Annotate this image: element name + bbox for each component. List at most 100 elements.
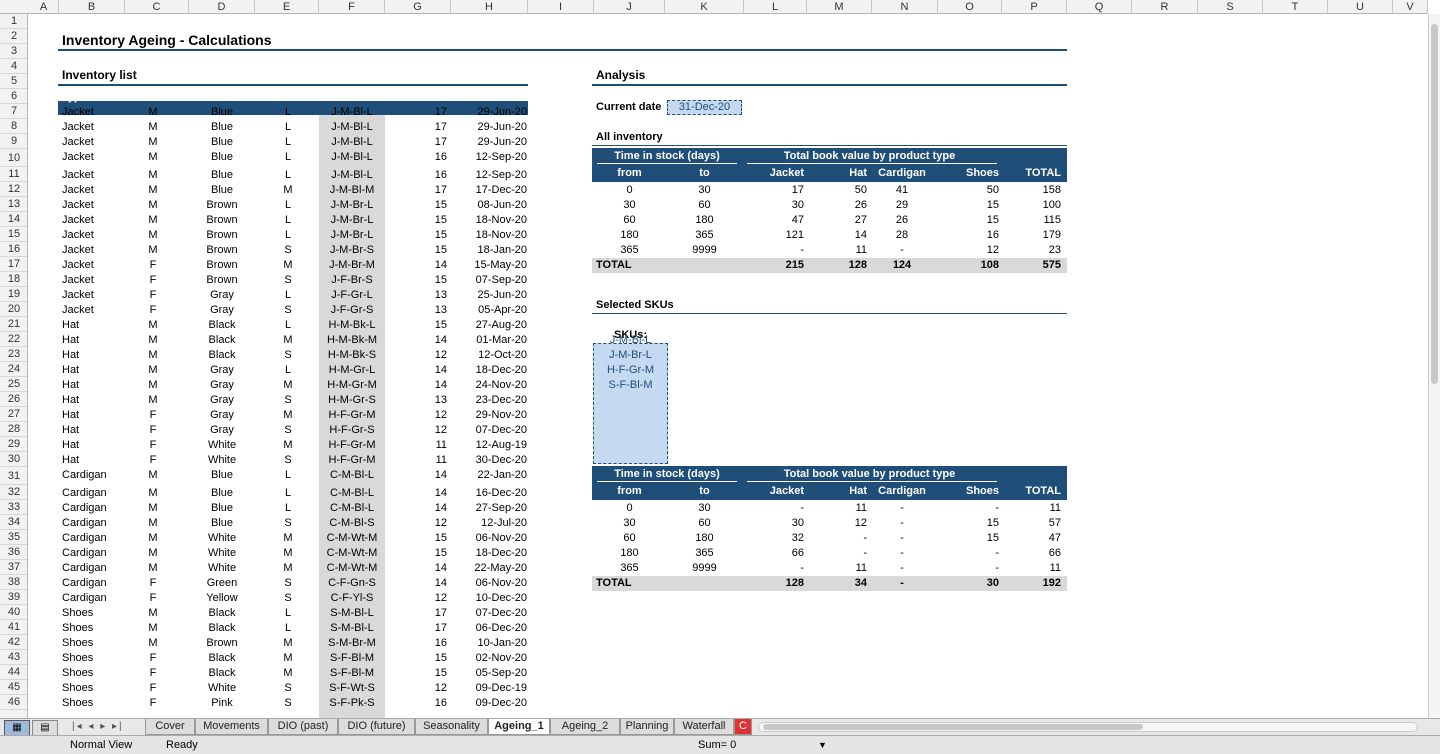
row-header[interactable]: 24 xyxy=(0,362,27,377)
row-header[interactable]: 4 xyxy=(0,59,27,74)
row-header[interactable]: 33 xyxy=(0,500,27,515)
row-header[interactable]: 8 xyxy=(0,119,27,134)
column-header-s[interactable]: S xyxy=(1198,0,1263,14)
tab-planning[interactable]: Planning xyxy=(620,719,674,735)
row-header[interactable]: 38 xyxy=(0,575,27,590)
row-header[interactable]: 5 xyxy=(0,74,27,89)
row-header[interactable]: 17 xyxy=(0,257,27,272)
row-header[interactable]: 40 xyxy=(0,605,27,620)
tab-cover[interactable]: Cover xyxy=(145,719,195,735)
row-header[interactable]: 20 xyxy=(0,302,27,317)
row-header[interactable]: 31 xyxy=(0,467,27,485)
sum-dropdown-icon[interactable]: ▼ xyxy=(818,738,827,753)
row-header[interactable]: 46 xyxy=(0,695,27,710)
row-header[interactable]: 1 xyxy=(0,14,27,29)
column-header-p[interactable]: P xyxy=(1002,0,1067,14)
tab-waterfall[interactable]: Waterfall xyxy=(674,719,734,735)
page-layout-icon[interactable]: ▤ xyxy=(32,720,58,736)
column-header-j[interactable]: J xyxy=(594,0,665,14)
column-header-a[interactable]: A xyxy=(29,0,59,14)
row-header[interactable]: 2 xyxy=(0,29,27,44)
column-header-c[interactable]: C xyxy=(125,0,189,14)
row-header[interactable]: 6 xyxy=(0,89,27,104)
column-header-o[interactable]: O xyxy=(938,0,1002,14)
worksheet-grid[interactable]: Inventory Ageing - Calculations Inventor… xyxy=(29,15,1428,720)
column-header-q[interactable]: Q xyxy=(1067,0,1132,14)
horizontal-scrollbar[interactable] xyxy=(758,722,1418,732)
header-divider xyxy=(597,481,737,482)
row-header[interactable]: 14 xyxy=(0,212,27,227)
row-header[interactable]: 18 xyxy=(0,272,27,287)
tab-ageing-1[interactable]: Ageing_1 xyxy=(488,719,550,735)
row-header[interactable]: 15 xyxy=(0,227,27,242)
row-header[interactable]: 34 xyxy=(0,515,27,530)
column-header-e[interactable]: E xyxy=(255,0,319,14)
tab-nav-arrows-icon[interactable]: |◂ ◂ ▸ ▸| xyxy=(72,719,136,735)
vertical-scrollbar[interactable] xyxy=(1428,14,1440,720)
row-header[interactable]: 28 xyxy=(0,422,27,437)
column-header-n[interactable]: N xyxy=(872,0,938,14)
ageing-total-cell: 128 xyxy=(848,259,867,271)
row-header[interactable]: 42 xyxy=(0,635,27,650)
row-header[interactable]: 26 xyxy=(0,392,27,407)
row-header[interactable]: 29 xyxy=(0,437,27,452)
tab-c[interactable]: C xyxy=(734,719,752,735)
inventory-cell: 06-Dec-20 xyxy=(475,622,527,634)
row-header[interactable]: 25 xyxy=(0,377,27,392)
selected-sku[interactable]: J-M-Br-L xyxy=(593,348,668,363)
column-header-d[interactable]: D xyxy=(189,0,255,14)
column-header-k[interactable]: K xyxy=(665,0,744,14)
row-header[interactable]: 35 xyxy=(0,530,27,545)
row-header[interactable]: 45 xyxy=(0,680,27,695)
row-header[interactable]: 21 xyxy=(0,317,27,332)
row-header[interactable]: 11 xyxy=(0,167,27,182)
row-header[interactable]: 39 xyxy=(0,590,27,605)
inventory-cell: 14 xyxy=(434,487,447,499)
row-header[interactable]: 9 xyxy=(0,134,27,149)
inventory-cell: J-M-Bl-M xyxy=(329,184,375,196)
normal-view-icon[interactable]: ▦ xyxy=(4,720,30,736)
row-header[interactable]: 43 xyxy=(0,650,27,665)
selected-sku[interactable]: J-M-Bl-L xyxy=(593,333,668,348)
column-header-h[interactable]: H xyxy=(451,0,528,14)
current-date-input[interactable]: 31-Dec-20 xyxy=(667,100,742,115)
column-header-v[interactable]: V xyxy=(1393,0,1428,14)
row-header[interactable]: 36 xyxy=(0,545,27,560)
column-header-i[interactable]: I xyxy=(528,0,594,14)
column-header-m[interactable]: M xyxy=(807,0,872,14)
row-header[interactable]: 23 xyxy=(0,347,27,362)
inventory-cell: Blue xyxy=(210,502,234,514)
row-header[interactable]: 19 xyxy=(0,287,27,302)
row-header[interactable]: 30 xyxy=(0,452,27,467)
tab-movements[interactable]: Movements xyxy=(195,719,268,735)
row-header[interactable]: 16 xyxy=(0,242,27,257)
column-header-t[interactable]: T xyxy=(1263,0,1328,14)
row-header[interactable]: 41 xyxy=(0,620,27,635)
column-header-r[interactable]: R xyxy=(1132,0,1198,14)
tab-dio-past-[interactable]: DIO (past) xyxy=(268,719,338,735)
row-header[interactable]: 27 xyxy=(0,407,27,422)
column-header-b[interactable]: B xyxy=(59,0,125,14)
row-header[interactable]: 3 xyxy=(0,44,27,59)
row-header[interactable]: 12 xyxy=(0,182,27,197)
inventory-cell: Hat xyxy=(62,424,80,436)
row-header[interactable]: 44 xyxy=(0,665,27,680)
tab-dio-future-[interactable]: DIO (future) xyxy=(338,719,415,735)
column-header-u[interactable]: U xyxy=(1328,0,1393,14)
column-header-g[interactable]: G xyxy=(385,0,451,14)
selected-sku[interactable]: S-F-Bl-M xyxy=(593,378,668,393)
column-header-f[interactable]: F xyxy=(319,0,385,14)
row-header[interactable]: 13 xyxy=(0,197,27,212)
horizontal-scroll-thumb[interactable] xyxy=(763,724,1143,730)
column-header-l[interactable]: L xyxy=(744,0,807,14)
row-header[interactable]: 37 xyxy=(0,560,27,575)
inventory-list-heading: Inventory list xyxy=(62,68,137,82)
vertical-scroll-thumb[interactable] xyxy=(1431,24,1438,384)
tab-ageing-2[interactable]: Ageing_2 xyxy=(550,719,620,735)
row-header[interactable]: 32 xyxy=(0,485,27,500)
tab-seasonality[interactable]: Seasonality xyxy=(415,719,488,735)
row-header[interactable]: 22 xyxy=(0,332,27,347)
row-header[interactable]: 10 xyxy=(0,149,27,167)
selected-sku[interactable]: H-F-Gr-M xyxy=(593,363,668,378)
row-header[interactable]: 7 xyxy=(0,104,27,119)
